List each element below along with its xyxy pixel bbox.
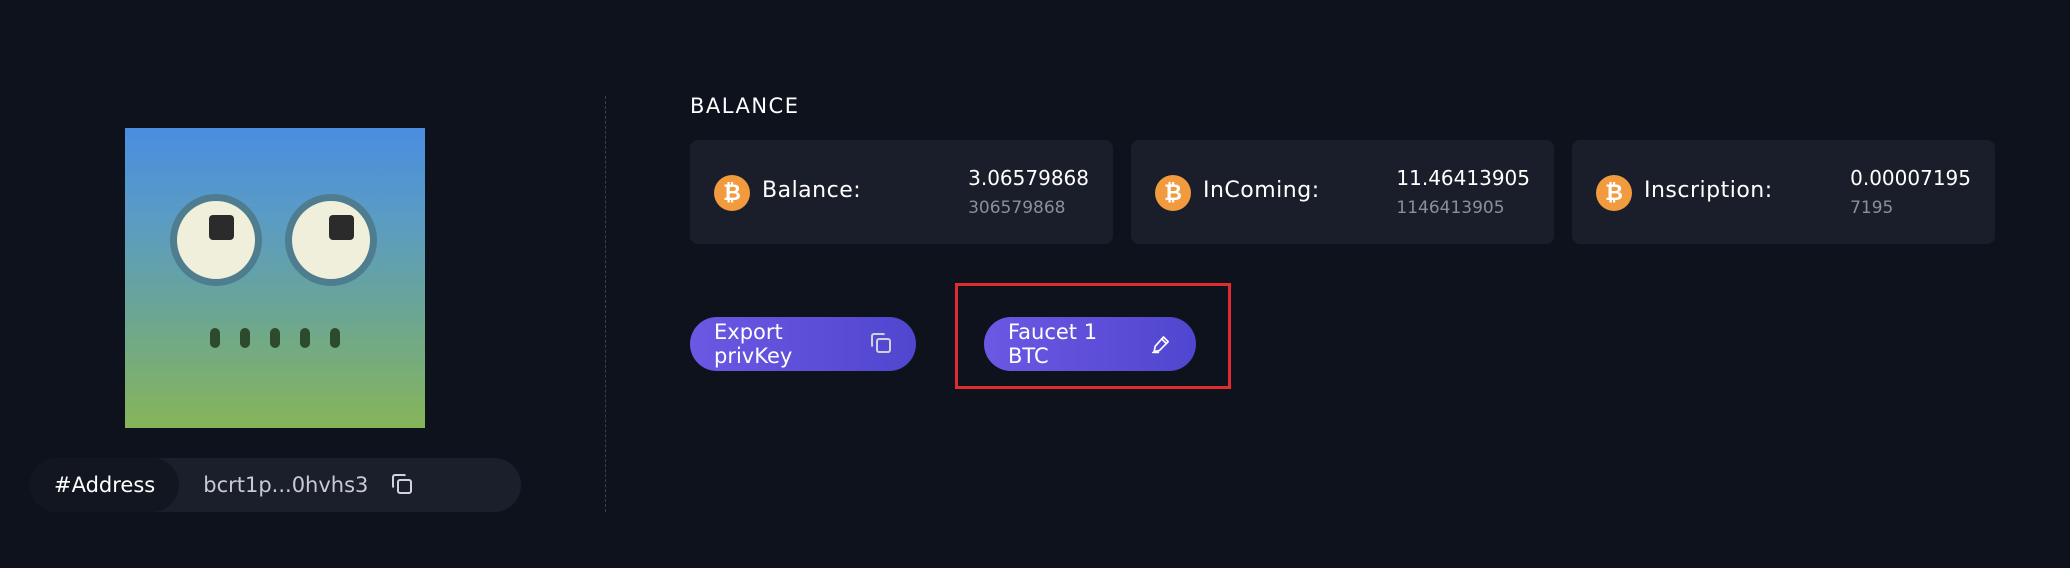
avatar-right-eye [285, 194, 377, 286]
balance-values: 3.06579868 306579868 [968, 166, 1089, 218]
address-label: #Address [30, 458, 180, 512]
incoming-sats-value: 1146413905 [1396, 198, 1505, 218]
avatar-tooth [270, 328, 280, 348]
avatar-mouth [210, 328, 340, 348]
balance-sats-value: 306579868 [968, 198, 1066, 218]
bitcoin-icon: ₿ [714, 175, 750, 211]
avatar-tooth [330, 328, 340, 348]
export-privkey-button[interactable]: Export privKey [690, 317, 916, 371]
inscription-label: Inscription: [1644, 178, 1773, 203]
highlight-box [955, 283, 1231, 389]
avatar-tooth [210, 328, 220, 348]
bitcoin-icon: ₿ [1596, 175, 1632, 211]
copy-address-icon[interactable] [392, 474, 414, 496]
balance-section-title: BALANCE [690, 94, 800, 118]
balance-card: ₿ Balance: 3.06579868 306579868 [690, 140, 1113, 244]
address-pill: #Address bcrt1p...0hvhs3 [30, 458, 521, 512]
balance-label: Balance: [762, 178, 862, 203]
export-privkey-label: Export privKey [714, 320, 793, 368]
balance-btc-value: 3.06579868 [968, 166, 1089, 190]
avatar-left-pupil [209, 215, 234, 240]
inscription-btc-value: 0.00007195 [1850, 166, 1971, 190]
inscription-sats-value: 7195 [1850, 198, 1894, 218]
inscription-card: ₿ Inscription: 0.00007195 7195 [1572, 140, 1995, 244]
incoming-values: 11.46413905 1146413905 [1396, 166, 1530, 218]
wallet-panel: #Address bcrt1p...0hvhs3 BALANCE ₿ Balan… [0, 0, 2070, 568]
address-value: bcrt1p...0hvhs3 [203, 473, 369, 497]
copy-icon [871, 333, 892, 355]
avatar-tooth [240, 328, 250, 348]
avatar-tooth [300, 328, 310, 348]
avatar-right-pupil [329, 215, 354, 240]
incoming-label: InComing: [1203, 178, 1320, 203]
incoming-card: ₿ InComing: 11.46413905 1146413905 [1131, 140, 1554, 244]
vertical-divider [605, 96, 606, 512]
avatar-left-eye [170, 194, 262, 286]
incoming-btc-value: 11.46413905 [1396, 166, 1530, 190]
bitcoin-icon: ₿ [1155, 175, 1191, 211]
inscription-values: 0.00007195 7195 [1850, 166, 1971, 218]
avatar [125, 128, 425, 428]
